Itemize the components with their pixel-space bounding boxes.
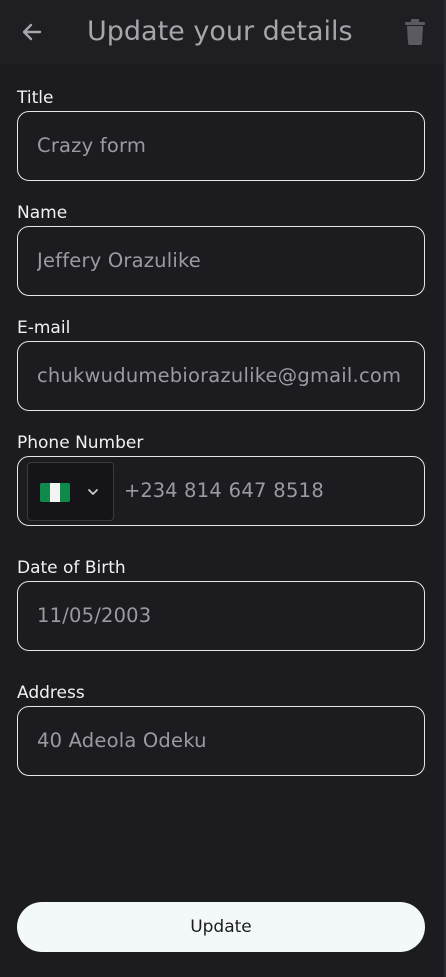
address-field[interactable]: 40 Adeola Odeku [17, 706, 425, 776]
app-bar: Update your details [0, 0, 444, 64]
name-label: Name [17, 203, 68, 223]
trash-icon [405, 19, 425, 45]
address-label: Address [17, 683, 85, 703]
nigeria-flag-icon [40, 483, 70, 502]
phone-label: Phone Number [17, 433, 144, 453]
email-field[interactable]: chukwudumebiorazulike@gmail.com [17, 341, 425, 411]
name-input[interactable]: Jeffery Orazulike [37, 227, 417, 295]
delete-button[interactable] [398, 14, 432, 50]
country-code-picker[interactable] [27, 462, 114, 521]
email-label: E-mail [17, 318, 71, 338]
chevron-down-icon [88, 489, 98, 495]
address-input[interactable]: 40 Adeola Odeku [37, 707, 417, 775]
dob-input[interactable]: 11/05/2003 [37, 582, 417, 650]
title-label: Title [17, 88, 54, 108]
email-input[interactable]: chukwudumebiorazulike@gmail.com [37, 342, 417, 410]
dob-field[interactable]: 11/05/2003 [17, 581, 425, 651]
phone-field[interactable]: +234 814 647 8518 [17, 456, 425, 526]
arrow-left-icon [22, 23, 42, 41]
update-button[interactable]: Update [17, 902, 425, 952]
back-button[interactable] [14, 14, 50, 50]
dial-code: +234 [124, 479, 178, 502]
title-input[interactable]: Crazy form [37, 112, 417, 180]
page-title: Update your details [87, 16, 353, 47]
title-field[interactable]: Crazy form [17, 111, 425, 181]
phone-input[interactable]: 814 647 8518 [184, 457, 324, 525]
app-screen: Update your details Title Crazy form Nam… [0, 0, 446, 977]
name-field[interactable]: Jeffery Orazulike [17, 226, 425, 296]
dob-label: Date of Birth [17, 558, 126, 578]
